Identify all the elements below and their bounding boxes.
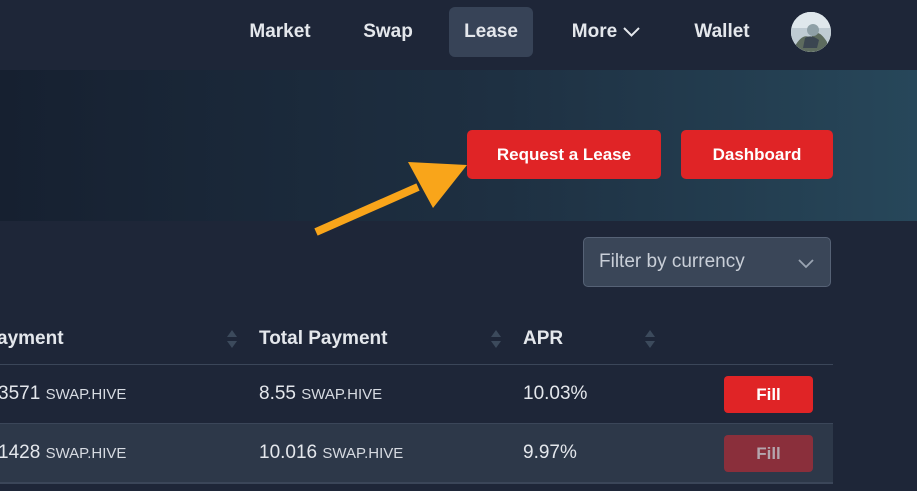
sort-icon[interactable] — [226, 329, 238, 354]
nav-lease[interactable]: Lease — [449, 7, 533, 57]
nav-more[interactable]: More — [558, 7, 654, 57]
total-payment-unit: SWAP.HIVE — [301, 386, 383, 403]
column-header-total-payment[interactable]: Total Payment — [259, 313, 387, 364]
payment-value: 3571 — [0, 383, 41, 404]
table-row: 3571 SWAP.HIVE 8.55 SWAP.HIVE 10.03% Fil… — [0, 365, 833, 424]
payment-value: 1428 — [0, 442, 41, 463]
sort-icon[interactable] — [490, 329, 502, 354]
payment-unit: SWAP.HIVE — [45, 445, 127, 462]
nav-more-label: More — [571, 21, 618, 43]
total-payment-value: 10.016 — [259, 442, 318, 463]
total-payment-cell: 8.55 SWAP.HIVE — [259, 365, 382, 424]
fill-button-disabled[interactable]: Fill — [724, 435, 813, 472]
avatar[interactable] — [791, 12, 831, 52]
fill-button[interactable]: Fill — [724, 376, 813, 413]
total-payment-value: 8.55 — [259, 383, 296, 404]
payment-cell: 3571 SWAP.HIVE — [0, 365, 126, 424]
filter-label: Filter by currency — [599, 251, 745, 272]
column-header-payment[interactable]: ayment — [0, 313, 64, 364]
arrow-icon — [300, 150, 480, 255]
chevron-down-icon — [798, 256, 814, 274]
nav-market[interactable]: Market — [238, 7, 322, 57]
total-payment-cell: 10.016 SWAP.HIVE — [259, 424, 403, 483]
apr-cell: 9.97% — [523, 442, 577, 463]
apr-cell: 10.03% — [523, 383, 588, 404]
sort-icon[interactable] — [644, 329, 656, 354]
table-divider — [0, 483, 833, 484]
top-navbar: Market Swap Lease More Wallet — [0, 0, 917, 70]
currency-filter-select[interactable]: Filter by currency — [583, 237, 831, 287]
total-payment-unit: SWAP.HIVE — [322, 445, 404, 462]
payment-cell: 1428 SWAP.HIVE — [0, 424, 126, 483]
chevron-down-icon — [623, 7, 640, 57]
nav-wallet[interactable]: Wallet — [680, 7, 764, 57]
request-lease-button[interactable]: Request a Lease — [467, 130, 661, 179]
table-header: ayment Total Payment APR — [0, 313, 833, 365]
table-row: 1428 SWAP.HIVE 10.016 SWAP.HIVE 9.97% Fi… — [0, 424, 833, 483]
column-header-apr[interactable]: APR — [523, 313, 563, 364]
payment-unit: SWAP.HIVE — [45, 386, 127, 403]
nav-swap[interactable]: Swap — [350, 7, 426, 57]
dashboard-button[interactable]: Dashboard — [681, 130, 833, 179]
